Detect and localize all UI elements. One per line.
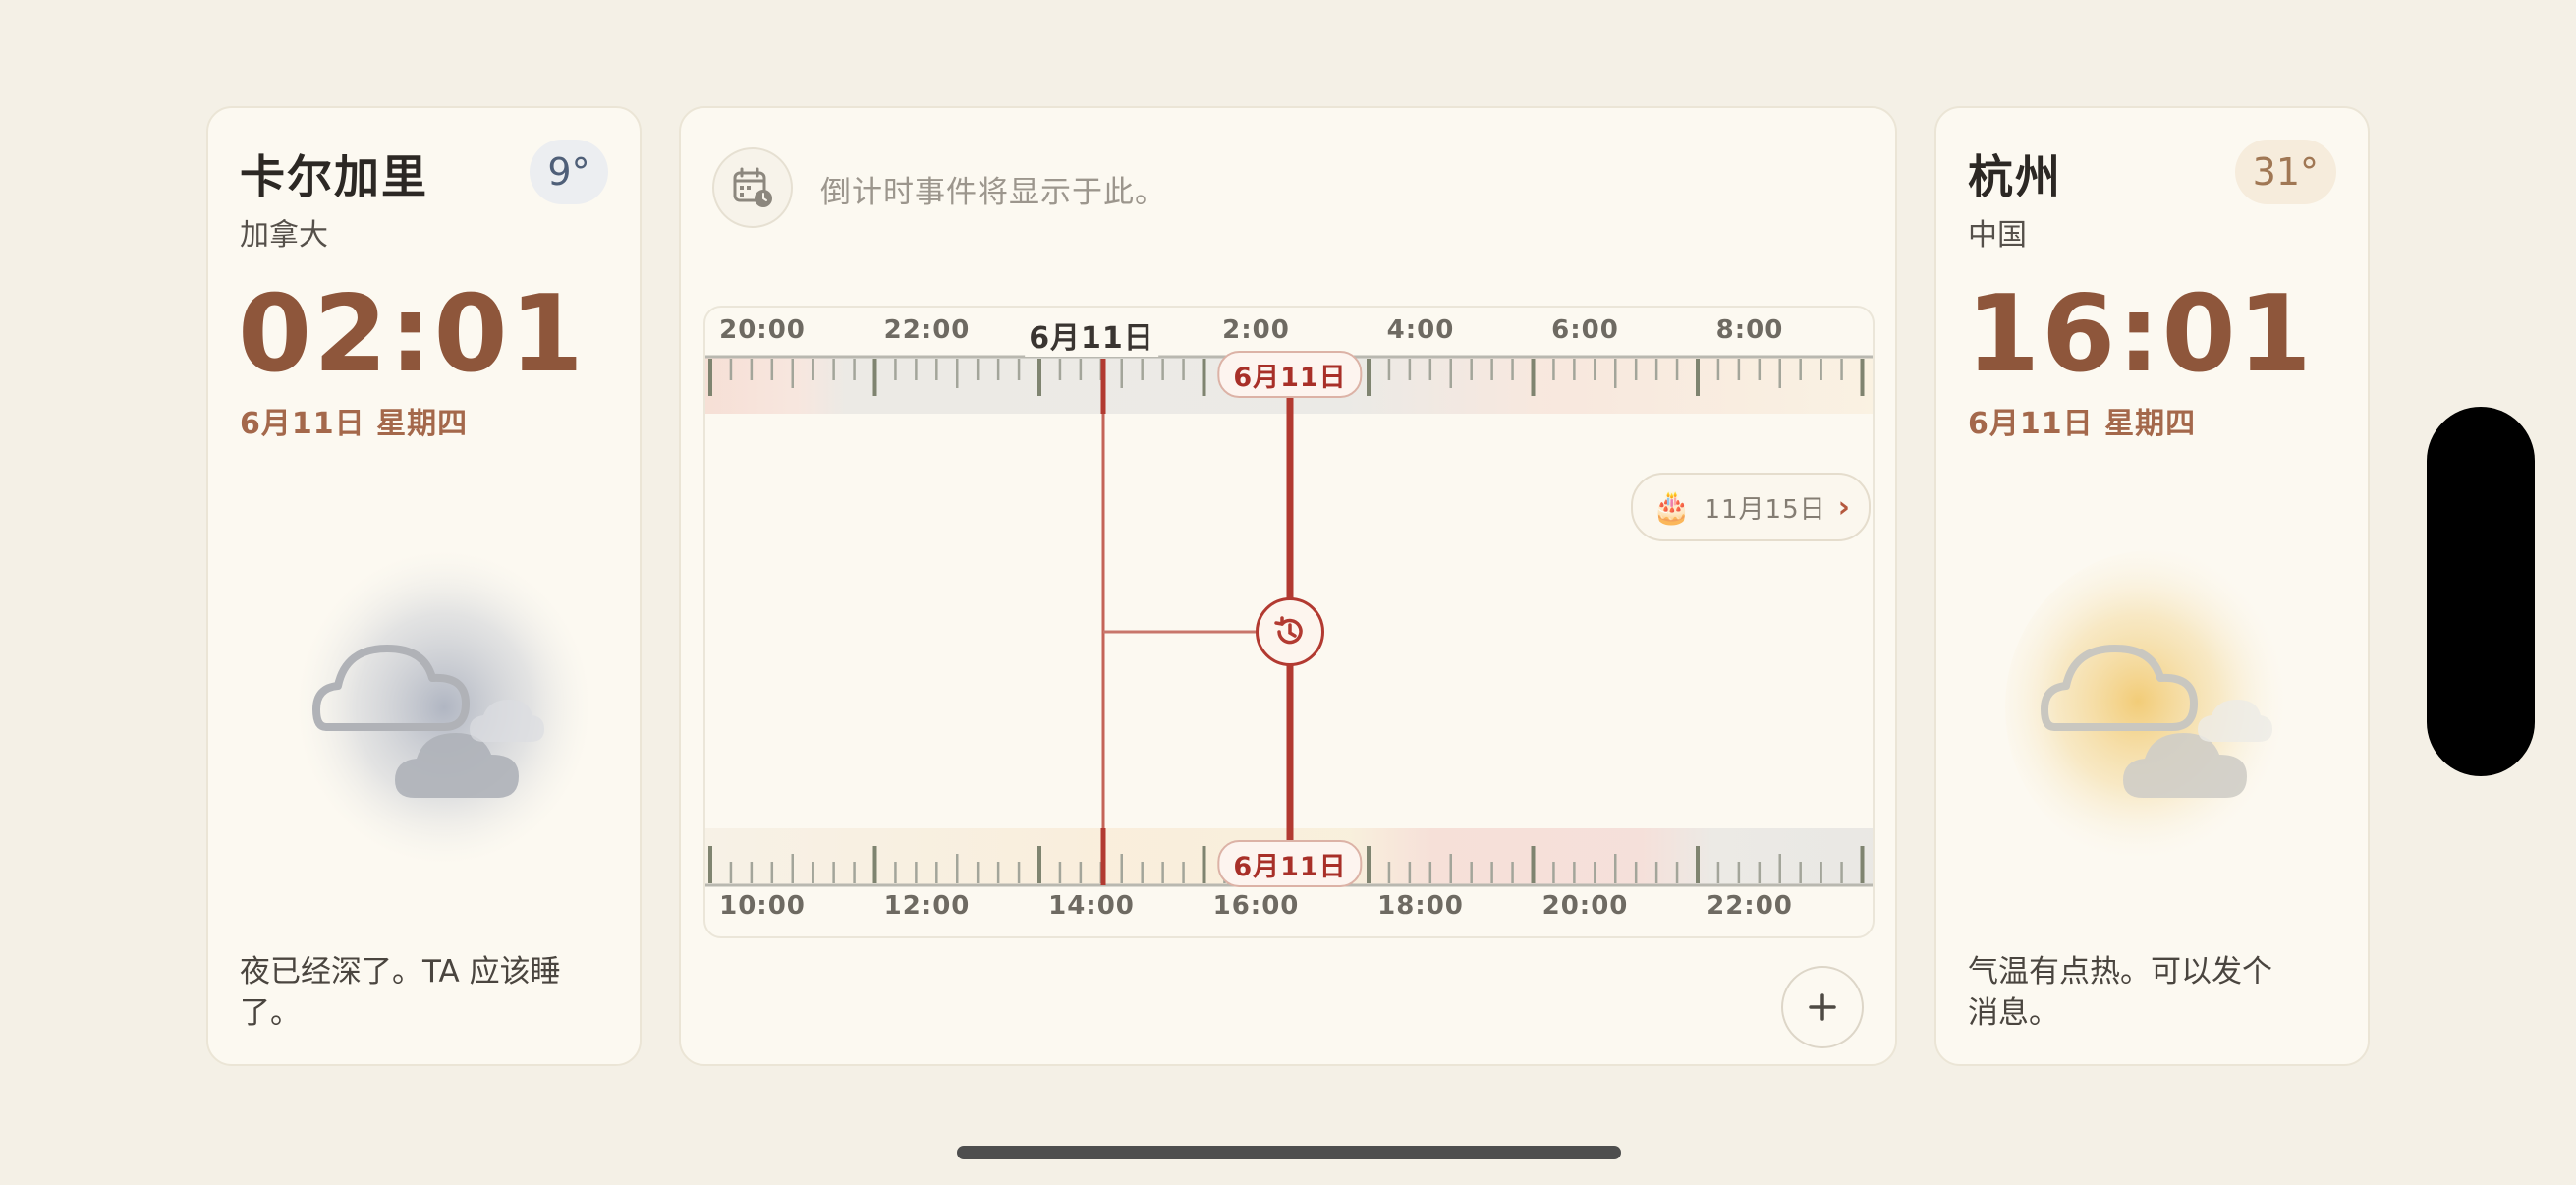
now-date-pill-top: 6月11日 xyxy=(1217,351,1363,398)
city-name: 卡尔加里 xyxy=(240,150,428,203)
add-button[interactable] xyxy=(1781,966,1864,1048)
bottom-hour-label: 10:00 xyxy=(719,891,806,921)
event-chip[interactable]: 🎂 11月15日 › xyxy=(1630,473,1871,541)
partly-cloudy-sunny-icon xyxy=(2005,540,2320,875)
birthday-cake-icon: 🎂 xyxy=(1652,488,1693,526)
cloudy-night-icon xyxy=(277,540,591,875)
country-name: 加拿大 xyxy=(240,218,328,253)
event-date: 11月15日 xyxy=(1704,494,1826,525)
side-handle[interactable] xyxy=(2427,407,2535,776)
country-name: 中国 xyxy=(1968,218,2027,253)
local-time: 16:01 xyxy=(1966,273,2314,396)
plus-icon xyxy=(1809,993,1836,1021)
top-hour-label: 4:00 xyxy=(1386,315,1455,345)
now-date-pill-bottom: 6月11日 xyxy=(1217,840,1363,887)
temperature-badge: 9° xyxy=(530,140,608,204)
bottom-hour-label: 14:00 xyxy=(1048,891,1135,921)
temperature-badge: 31° xyxy=(2234,140,2336,204)
top-hour-label: 8:00 xyxy=(1715,315,1784,345)
bottom-hour-label: 20:00 xyxy=(1541,891,1629,921)
timeline-date-heading: 6月11日 xyxy=(1025,313,1158,357)
history-icon[interactable] xyxy=(1256,597,1324,666)
city-card-calgary[interactable]: 卡尔加里 加拿大 9° 02:01 6月11日 星期四 夜已经深了。TA 应该睡… xyxy=(206,106,642,1066)
countdown-placeholder: 倒计时事件将显示于此。 xyxy=(820,175,1166,210)
status-message: 气温有点热。可以发个消息。 xyxy=(1968,954,2272,1031)
top-hour-label: 20:00 xyxy=(719,315,806,345)
timeline-card: 倒计时事件将显示于此。 20:00 22:00 6月11日 2:00 4:00 … xyxy=(679,106,1897,1066)
top-hour-label: 2:00 xyxy=(1222,315,1290,345)
local-date: 6月11日 星期四 xyxy=(1968,407,2197,441)
bottom-hour-label: 22:00 xyxy=(1707,891,1793,921)
local-time: 02:01 xyxy=(238,273,586,396)
bottom-hour-label: 16:00 xyxy=(1212,891,1300,921)
city-card-hangzhou[interactable]: 杭州 中国 31° 16:01 6月11日 星期四 气温有点热。可以发个消息。 xyxy=(1934,106,2370,1066)
status-message: 夜已经深了。TA 应该睡了。 xyxy=(240,954,561,1031)
home-indicator[interactable] xyxy=(957,1146,1621,1159)
local-date: 6月11日 星期四 xyxy=(240,407,469,441)
time-comparison-ruler[interactable]: 20:00 22:00 6月11日 2:00 4:00 6:00 8:00 10:00 12:… xyxy=(703,306,1875,938)
chevron-right-icon: › xyxy=(1837,489,1851,525)
top-hour-label: 6:00 xyxy=(1551,315,1619,345)
bottom-hour-label: 12:00 xyxy=(883,891,971,921)
calendar-clock-icon[interactable] xyxy=(712,147,793,228)
top-hour-label: 22:00 xyxy=(883,315,971,345)
bottom-hour-label: 18:00 xyxy=(1377,891,1464,921)
city-name: 杭州 xyxy=(1968,150,2062,203)
